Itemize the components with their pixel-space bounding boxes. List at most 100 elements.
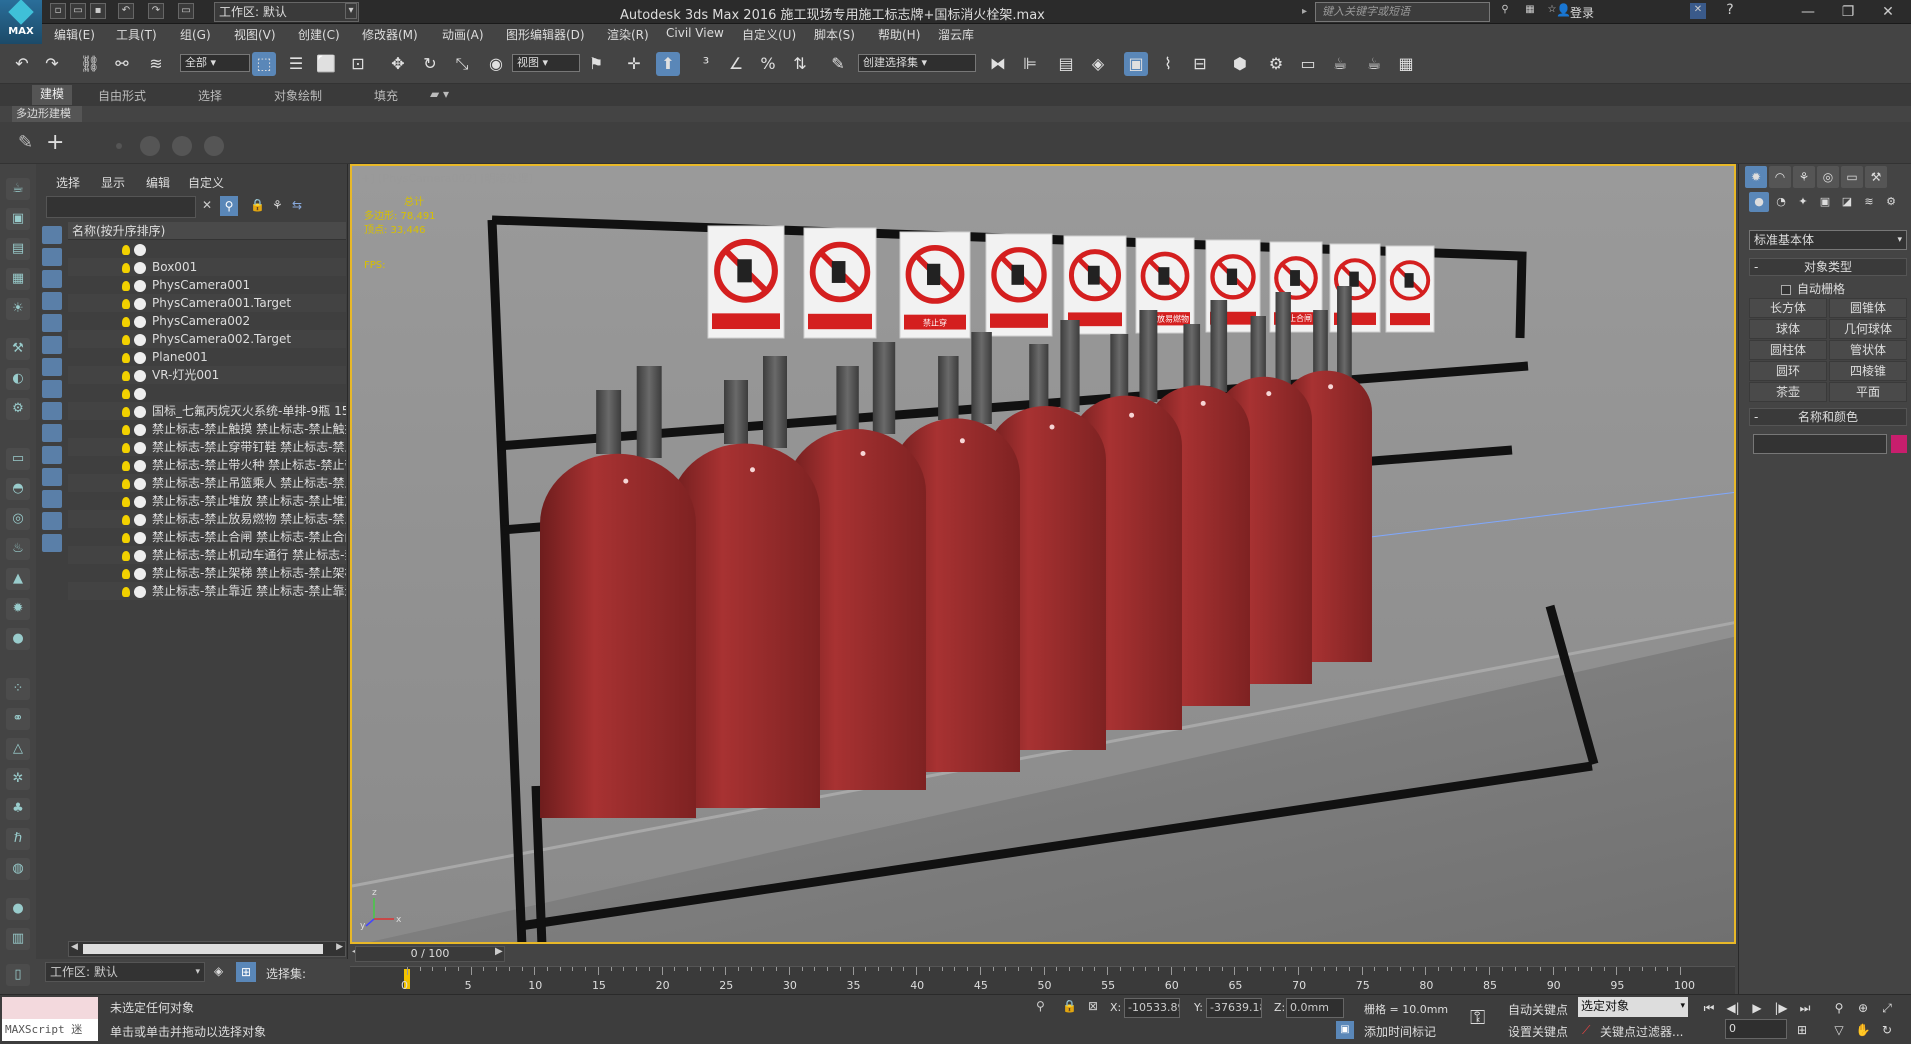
sheet-icon[interactable]: ▤ [6, 238, 30, 260]
primitive-button[interactable]: 圆柱体 [1749, 340, 1827, 360]
explorer-row[interactable] [68, 240, 346, 258]
helper-icon[interactable]: ⚒ [6, 338, 30, 360]
sync-selection-icon[interactable]: ⇆ [292, 198, 302, 212]
explorer-row[interactable]: VR-灯光001 [68, 366, 346, 384]
render-production-icon[interactable]: ☕ [1328, 52, 1352, 76]
ribbon-tab-selection[interactable]: 选择 [198, 87, 222, 104]
mesh-icon[interactable]: ◍ [6, 858, 30, 880]
primitive-button[interactable]: 圆锥体 [1829, 298, 1907, 318]
key-selection-dropdown[interactable]: 选定对象 ▾ [1578, 997, 1688, 1017]
explorer-row[interactable]: PhysCamera002 [68, 312, 346, 330]
key-filters-button[interactable]: 关键点过滤器... [1600, 1023, 1683, 1040]
save-file-icon[interactable]: ▪ [90, 3, 106, 19]
trackbar[interactable]: 0 5 10 15 20 25 30 35 40 45 50 55 60 65 70 75 80 85 90 95 10… [350, 966, 1735, 994]
zoom-icon[interactable]: ⚲ [1830, 999, 1848, 1017]
mirror-icon[interactable]: ⧓ [986, 52, 1010, 76]
filter-bones-icon[interactable] [42, 402, 62, 420]
ribbon-brush-icon[interactable]: ✎ [18, 132, 33, 153]
visibility-bulb-icon[interactable] [122, 496, 130, 507]
scroll-right-icon[interactable]: ▶ [336, 942, 343, 952]
explorer-row[interactable]: 禁止标志-禁止穿带钉鞋 禁止标志-禁止穿 [68, 438, 346, 456]
next-frame-icon[interactable]: |▶ [1772, 999, 1790, 1017]
zoom-all-icon[interactable]: ⊕ [1854, 999, 1872, 1017]
visibility-bulb-icon[interactable] [122, 244, 130, 255]
utilities-tab-icon[interactable]: ⚒ [1865, 166, 1887, 188]
move-icon[interactable]: ✥ [386, 52, 410, 76]
filter-none-icon[interactable] [42, 512, 62, 530]
visibility-bulb-icon[interactable] [122, 424, 130, 435]
measure-icon[interactable]: △ [6, 738, 30, 760]
orbit-icon[interactable]: ↻ [1878, 1021, 1896, 1039]
close-window-icon[interactable]: ✕ [1870, 2, 1906, 22]
place-icon[interactable]: ◉ [484, 52, 508, 76]
hierarchy-tab-icon[interactable]: ⚘ [1793, 166, 1815, 188]
filter-geometry-icon[interactable] [42, 226, 62, 244]
exchange-icon[interactable]: ✕ [1690, 3, 1706, 19]
filter-lights-icon[interactable] [42, 270, 62, 288]
render-setup-icon[interactable]: ⚙ [1264, 52, 1288, 76]
explorer-row[interactable]: Box001 [68, 258, 346, 276]
menu-rendering[interactable]: 渲染(R) [607, 26, 649, 43]
clear-search-icon[interactable]: ✕ [202, 198, 212, 212]
bind-spacewarp-icon[interactable]: ≋ [144, 52, 168, 76]
visibility-bulb-icon[interactable] [122, 262, 130, 273]
render-in-cloud-icon[interactable]: ▦ [1394, 52, 1418, 76]
helpers-category-icon[interactable]: ◪ [1837, 192, 1857, 212]
set-key-icon[interactable]: ⚿ [1470, 1005, 1485, 1029]
document-icon[interactable]: ▯ [6, 964, 30, 986]
ribbon-circle-icon[interactable] [172, 136, 192, 156]
cameras-category-icon[interactable]: ▣ [1815, 192, 1835, 212]
explorer-row[interactable]: 禁止标志-禁止机动车通行 禁止标志-禁止 [68, 546, 346, 564]
open-file-icon[interactable]: ▭ [70, 3, 86, 19]
explorer-row[interactable] [68, 384, 346, 402]
explorer-row[interactable]: 禁止标志-禁止放易燃物 禁止标志-禁止放 [68, 510, 346, 528]
key-filter-icon[interactable]: ⟋ [1582, 1023, 1590, 1038]
binoculars-icon[interactable]: ⚲ [1497, 3, 1513, 19]
visibility-bulb-icon[interactable] [122, 334, 130, 345]
filter-shapes-icon[interactable] [42, 248, 62, 266]
go-to-start-icon[interactable]: ⏮ [1700, 999, 1718, 1017]
pivot-center-icon[interactable]: ⚑ [584, 52, 608, 76]
visibility-bulb-icon[interactable] [122, 406, 130, 417]
link-icon[interactable]: ⛓ [78, 52, 102, 76]
z-coord-field[interactable]: 0.0mm [1286, 998, 1344, 1018]
app-logo[interactable]: MAX [0, 0, 42, 44]
set-key-button[interactable]: 设置关键点 [1508, 1023, 1568, 1040]
x-coord-field[interactable]: -10533.896 [1124, 998, 1180, 1018]
undo-icon[interactable]: ↶ [10, 52, 34, 76]
explorer-search-input[interactable] [46, 196, 196, 218]
grid-icon[interactable]: ▦ [6, 268, 30, 290]
snaps-toggle-icon[interactable]: ³ [694, 52, 718, 76]
primitive-button[interactable]: 茶壶 [1749, 382, 1827, 402]
primitive-button[interactable]: 长方体 [1749, 298, 1827, 318]
schematic-view-icon[interactable]: ⊟ [1188, 52, 1212, 76]
filter-frozen-icon[interactable] [42, 446, 62, 464]
menu-cloud-library[interactable]: 溜云库 [938, 26, 974, 43]
spacewarp-icon[interactable]: ◐ [6, 368, 30, 390]
spinner-snap-icon[interactable]: ⇅ [788, 52, 812, 76]
ribbon-tab-populate[interactable]: 填充 [374, 87, 398, 104]
scroll-left-icon[interactable]: ◀ [71, 942, 78, 952]
explorer-row[interactable]: 禁止标志-禁止靠近 禁止标志-禁止靠近 [2 [68, 582, 346, 600]
explorer-row[interactable]: 国标_七氟丙烷灭火系统-单排-9瓶 150L [5 [68, 402, 346, 420]
lock-icon[interactable]: 🔒 [250, 198, 265, 212]
workspace-more-icon[interactable]: ▾ [345, 3, 357, 19]
filter-hidden-icon[interactable] [42, 468, 62, 486]
filter-cameras-icon[interactable] [42, 292, 62, 310]
image-icon[interactable]: ▣ [6, 208, 30, 230]
hierarchy-icon[interactable]: ⚘ [272, 198, 283, 212]
rotate-icon[interactable]: ↻ [418, 52, 442, 76]
system-icon[interactable]: ⚙ [6, 398, 30, 420]
visibility-bulb-icon[interactable] [122, 460, 130, 471]
visibility-bulb-icon[interactable] [122, 442, 130, 453]
maximize-viewport-icon[interactable]: ⤢ [1878, 999, 1896, 1017]
window-crossing-icon[interactable]: ⊡ [346, 52, 370, 76]
explorer-tab-edit[interactable]: 编辑 [146, 174, 170, 191]
hair-fur-icon[interactable]: ℏ [6, 828, 30, 850]
ribbon-tab-object-paint[interactable]: 对象绘制 [274, 87, 322, 104]
visibility-bulb-icon[interactable] [122, 298, 130, 309]
filter-all-icon[interactable] [42, 490, 62, 508]
selection-lock-icon[interactable]: 🔒 [1062, 999, 1077, 1013]
menu-graph-editors[interactable]: 图形编辑器(D) [506, 26, 585, 43]
maxscript-listener-input[interactable]: MAXScript 迷 [2, 1019, 98, 1041]
